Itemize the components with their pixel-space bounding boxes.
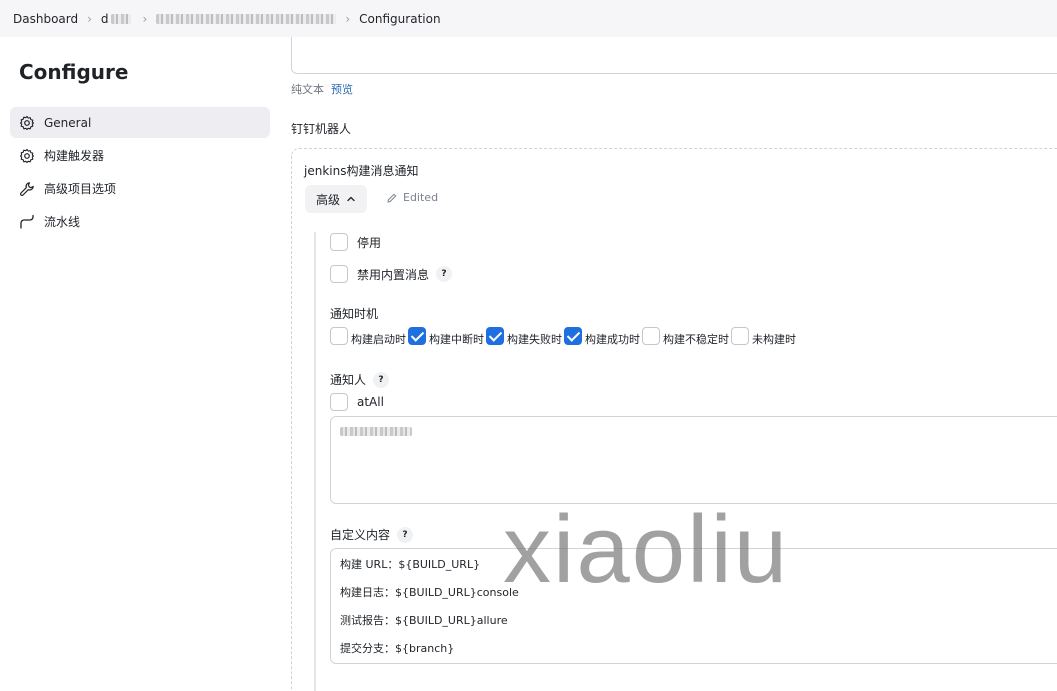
robot-name: jenkins构建消息通知 xyxy=(304,164,419,178)
notifier-label-text: 通知人 xyxy=(330,373,367,387)
disable-builtin-option[interactable]: 禁用内置消息 ? xyxy=(330,265,453,283)
content-line: 测试报告：${BUILD_URL}allure xyxy=(340,614,508,627)
timing-options: 构建启动时 构建中断时 构建失败时 构建成功时 构建不稳定时 未构建时 xyxy=(330,327,798,346)
sidebar-item-triggers[interactable]: 构建触发器 xyxy=(10,140,270,171)
sidebar-item-advanced-options[interactable]: 高级项目选项 xyxy=(10,173,270,204)
plain-text-link[interactable]: 纯文本 xyxy=(291,81,324,97)
custom-content-label: 自定义内容 ? xyxy=(330,526,414,543)
preview-link[interactable]: 预览 xyxy=(331,81,353,97)
chevron-right-icon: › xyxy=(87,11,92,26)
timing-option-label: 构建启动时 xyxy=(351,333,406,346)
timing-checkbox[interactable] xyxy=(731,327,749,345)
timing-option-label: 未构建时 xyxy=(752,333,796,346)
advanced-toggle-button[interactable]: 高级 xyxy=(305,185,367,213)
help-icon[interactable]: ? xyxy=(436,266,453,282)
timing-checkbox[interactable] xyxy=(642,327,660,345)
disable-checkbox[interactable] xyxy=(330,233,348,251)
content-line: 提交分支：${branch} xyxy=(340,642,455,655)
timing-option[interactable]: 未构建时 xyxy=(731,327,796,346)
sidebar-item-label: General xyxy=(44,115,92,130)
breadcrumb-job[interactable] xyxy=(156,12,337,26)
chevron-up-icon xyxy=(347,196,355,202)
sidebar-item-pipeline[interactable]: 流水线 xyxy=(10,206,270,237)
disable-builtin-label: 禁用内置消息 xyxy=(357,267,430,282)
timing-checkbox[interactable] xyxy=(330,327,348,345)
dingtalk-section-label: 钉钉机器人 xyxy=(291,122,352,136)
disable-option[interactable]: 停用 xyxy=(330,233,381,251)
timing-option[interactable]: 构建失败时 xyxy=(486,327,562,346)
content-line: 构建日志：${BUILD_URL}console xyxy=(340,586,519,599)
content-line: 构建 URL：${BUILD_URL} xyxy=(340,558,481,571)
description-textarea[interactable] xyxy=(291,37,1057,74)
advanced-panel-rail xyxy=(314,232,316,691)
custom-content-label-text: 自定义内容 xyxy=(330,528,391,542)
redacted-text xyxy=(340,427,412,436)
breadcrumb-folder[interactable]: d xyxy=(101,12,131,26)
chevron-right-icon: › xyxy=(345,11,351,26)
sidebar-item-general[interactable]: General xyxy=(10,107,270,138)
breadcrumb-dashboard[interactable]: Dashboard xyxy=(13,12,78,26)
timing-option-label: 构建中断时 xyxy=(429,333,484,346)
timing-option[interactable]: 构建中断时 xyxy=(408,327,484,346)
sidebar-item-label: 流水线 xyxy=(44,215,81,229)
timing-checkbox[interactable] xyxy=(408,327,426,345)
sidebar-item-label: 高级项目选项 xyxy=(44,182,117,196)
gear-icon xyxy=(19,148,35,164)
timing-option-label: 构建不稳定时 xyxy=(663,333,729,346)
advanced-label: 高级 xyxy=(315,192,340,207)
timing-option[interactable]: 构建启动时 xyxy=(330,327,406,346)
breadcrumb-current: Configuration xyxy=(359,11,441,26)
help-icon[interactable]: ? xyxy=(373,371,390,388)
sidebar-item-label: 构建触发器 xyxy=(44,149,105,163)
at-all-label: atAll xyxy=(357,395,384,409)
timing-checkbox[interactable] xyxy=(564,327,582,345)
wrench-icon xyxy=(19,181,35,197)
disable-label: 停用 xyxy=(357,235,382,250)
timing-option-label: 构建失败时 xyxy=(507,333,562,346)
at-mobiles-textarea[interactable] xyxy=(330,416,1057,504)
page-title: Configure xyxy=(19,60,129,84)
edited-indicator: Edited xyxy=(386,191,438,204)
gear-icon xyxy=(19,115,35,131)
timing-checkbox[interactable] xyxy=(486,327,504,345)
at-all-option[interactable]: atAll xyxy=(330,393,384,411)
disable-builtin-checkbox[interactable] xyxy=(330,265,348,283)
at-all-checkbox[interactable] xyxy=(330,393,348,411)
breadcrumb: Dashboard › d › › Configuration xyxy=(0,0,1057,37)
edited-label: Edited xyxy=(403,191,439,204)
timing-option-label: 构建成功时 xyxy=(585,333,640,346)
pipeline-icon xyxy=(19,214,35,230)
custom-content-textarea[interactable]: 构建 URL：${BUILD_URL} 构建日志：${BUILD_URL}con… xyxy=(330,548,1057,664)
help-icon[interactable]: ? xyxy=(397,526,414,543)
chevron-right-icon: › xyxy=(142,11,148,26)
timing-label: 通知时机 xyxy=(330,307,379,321)
pencil-icon xyxy=(387,193,397,203)
timing-option[interactable]: 构建成功时 xyxy=(564,327,640,346)
notifier-label: 通知人 ? xyxy=(330,371,390,388)
timing-option[interactable]: 构建不稳定时 xyxy=(642,327,729,346)
